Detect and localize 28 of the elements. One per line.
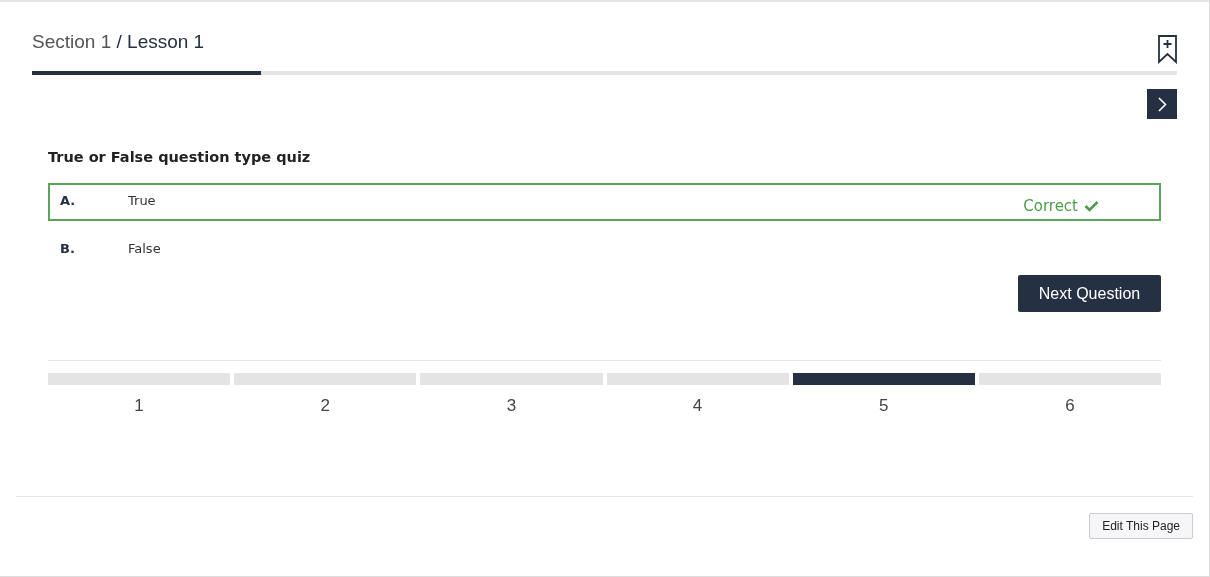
step-number[interactable]: 4 xyxy=(692,396,703,416)
section-label[interactable]: Section 1 xyxy=(32,31,112,52)
step-number[interactable]: 1 xyxy=(134,396,144,416)
option-letter: B. xyxy=(60,241,76,256)
step-bar[interactable] xyxy=(792,373,975,385)
step-bar[interactable] xyxy=(234,373,417,385)
option-text: True xyxy=(128,193,157,208)
chevron-right-icon xyxy=(1157,96,1167,112)
step-bar[interactable] xyxy=(606,373,789,385)
step-number[interactable]: 3 xyxy=(506,396,517,416)
step-number[interactable]: 5 xyxy=(879,396,889,416)
correct-label: Correct xyxy=(1023,197,1078,215)
edit-page-button[interactable]: Edit This Page xyxy=(1089,513,1193,539)
step-bar[interactable] xyxy=(978,373,1162,385)
option-text: False xyxy=(128,241,162,256)
lesson-label: / Lesson 1 xyxy=(116,31,205,52)
next-question-button[interactable]: Next Question xyxy=(1018,275,1161,312)
question-title: True or False question type quiz xyxy=(48,149,312,165)
next-button[interactable] xyxy=(1147,89,1177,119)
step-number[interactable]: 6 xyxy=(1065,396,1075,416)
answer-option[interactable]: B. False xyxy=(48,231,1161,269)
bookmark-add-icon[interactable] xyxy=(1158,35,1177,64)
step-bar[interactable] xyxy=(48,373,231,385)
step-bar[interactable] xyxy=(420,373,603,385)
option-letter: A. xyxy=(60,193,77,208)
answer-option[interactable]: A. True Correct xyxy=(48,183,1161,221)
checkmark-icon xyxy=(1084,200,1099,212)
step-number[interactable]: 2 xyxy=(320,396,330,416)
